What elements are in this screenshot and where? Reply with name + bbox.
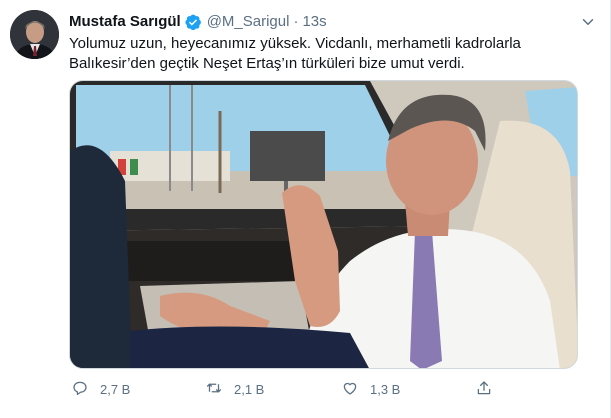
video-thumbnail[interactable] (69, 80, 578, 369)
tweet-text: Yolumuz uzun, heyecanımız yüksek. Vicdan… (69, 34, 589, 74)
more-options-chevron-icon[interactable] (578, 12, 598, 32)
avatar[interactable] (10, 10, 59, 59)
reply-count: 2,7 B (100, 381, 131, 397)
retweet-count: 2,1 B (234, 381, 265, 397)
timestamp[interactable]: 13s (302, 12, 326, 32)
tweet-header: Mustafa Sarıgül @M_Sarigul · 13s (69, 12, 598, 32)
reply-button[interactable]: 2,7 B (71, 378, 130, 400)
separator-dot: · (293, 13, 299, 30)
tweet-text-line: Yolumuz uzun, heyecanımız yüksek. Vicdan… (69, 35, 521, 52)
retweet-button[interactable]: 2,1 B (205, 378, 264, 400)
tweet-actions: 2,7 B 2,1 B 1,3 B (69, 378, 499, 400)
share-icon (475, 379, 493, 400)
user-handle[interactable]: @M_Sarigul (207, 12, 290, 32)
like-button[interactable]: 1,3 B (341, 378, 400, 400)
display-name[interactable]: Mustafa Sarıgül (69, 12, 181, 32)
like-icon (341, 379, 359, 400)
verified-badge-icon (184, 13, 202, 31)
reply-icon (71, 379, 89, 400)
tweet[interactable]: Mustafa Sarıgül @M_Sarigul · 13s Yolumuz… (0, 0, 611, 418)
share-button[interactable] (475, 378, 493, 400)
retweet-icon (205, 379, 223, 400)
like-count: 1,3 B (370, 381, 401, 397)
tweet-text-line: Balıkesir’den geçtik Neşet Ertaş’ın türk… (69, 55, 465, 72)
